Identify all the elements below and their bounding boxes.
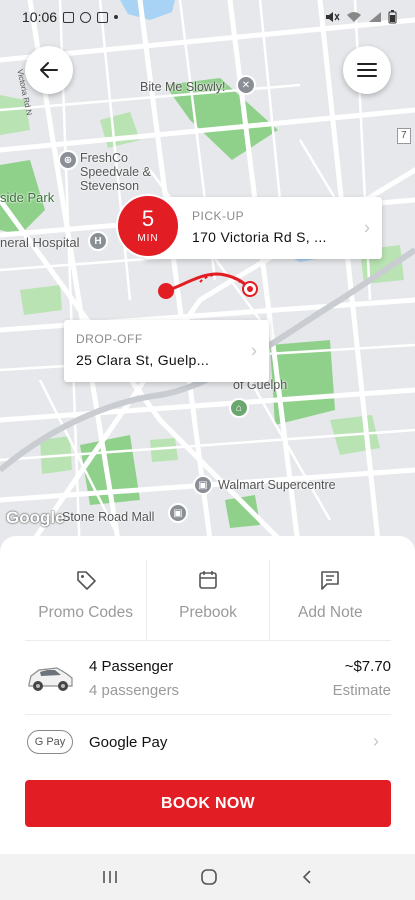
battery-icon — [388, 10, 397, 24]
book-now-button[interactable]: BOOK NOW — [25, 780, 391, 827]
system-navigation-bar — [0, 854, 415, 900]
arrow-left-icon — [40, 62, 58, 78]
pickup-caption: PICK-UP — [192, 209, 245, 223]
mall-poi-icon[interactable]: ▣ — [168, 503, 188, 523]
shopping-poi-icon[interactable]: ▣ — [193, 475, 213, 495]
google-logo: Google — [6, 508, 65, 527]
vehicle-title: 4 Passenger — [89, 658, 174, 675]
add-note-label: Add Note — [298, 604, 363, 621]
add-note-button[interactable]: Add Note — [270, 560, 391, 640]
map-label-bite-me-slowly: Bite Me Slowly! — [140, 80, 226, 94]
status-bar: 10:06 — [0, 0, 415, 34]
promo-codes-button[interactable]: Promo Codes — [25, 560, 148, 640]
chevron-right-icon: › — [364, 217, 370, 238]
more-notifications-icon — [114, 15, 119, 19]
payment-method-name: Google Pay — [89, 734, 168, 751]
eta-badge: 5 MIN — [116, 194, 180, 258]
back-button[interactable] — [25, 46, 73, 94]
status-time: 10:06 — [22, 9, 58, 25]
map-label-park: side Park — [0, 190, 55, 205]
restaurant-poi-icon[interactable]: ✕ — [236, 75, 256, 95]
vehicle-subtitle: 4 passengers — [89, 682, 180, 699]
recent-apps-icon[interactable] — [101, 869, 119, 885]
chevron-right-icon: › — [251, 340, 257, 361]
message-notification-icon — [97, 11, 109, 23]
car-icon — [28, 667, 73, 691]
route-7-shield: 7 — [397, 128, 411, 144]
map-label-freshco: FreshCo Speedvale & Stevenson — [80, 151, 151, 193]
google-pay-badge-text: G Pay — [34, 736, 66, 748]
dropoff-card[interactable]: DROP-OFF 25 Clara St, Guelp... › — [64, 320, 269, 382]
university-poi-icon[interactable]: ⌂ — [229, 398, 249, 418]
hospital-poi-icon[interactable]: H — [88, 231, 108, 251]
fare-price: ~$7.70 — [344, 658, 391, 675]
hamburger-menu-icon — [357, 63, 377, 77]
message-note-icon — [318, 568, 342, 592]
prebook-label: Prebook — [179, 604, 237, 621]
fare-estimate-label: Estimate — [332, 682, 391, 699]
booking-sheet: Promo Codes Prebook Add Note 4 Passenger… — [0, 536, 415, 854]
gallery-notification-icon — [63, 11, 75, 23]
map-label-stone-road-mall: Stone Road Mall — [62, 510, 155, 524]
menu-button[interactable] — [343, 46, 391, 94]
map-label-hospital: neral Hospital — [0, 235, 80, 250]
map-label-walmart: Walmart Supercentre — [218, 478, 336, 492]
eta-unit: MIN — [137, 233, 159, 244]
pickup-address: 170 Victoria Rd S, ... — [192, 229, 327, 245]
mute-icon — [326, 12, 340, 22]
booking-options: Promo Codes Prebook Add Note — [25, 560, 391, 640]
grocery-poi-icon[interactable]: ⊕ — [58, 150, 78, 170]
vehicle-option-row[interactable]: 4 Passenger 4 passengers ~$7.70 Estimate — [25, 646, 391, 714]
divider — [25, 640, 391, 641]
dropoff-address: 25 Clara St, Guelp... — [76, 352, 210, 368]
google-pay-logo: G Pay — [27, 730, 73, 754]
dropoff-caption: DROP-OFF — [76, 332, 143, 346]
wifi-icon — [347, 12, 361, 22]
chevron-right-icon: › — [373, 731, 379, 751]
eta-value: 5 — [141, 206, 155, 231]
prebook-button[interactable]: Prebook — [147, 560, 270, 640]
home-icon[interactable] — [200, 868, 218, 886]
promo-codes-label: Promo Codes — [38, 604, 134, 621]
tag-icon — [74, 568, 98, 592]
cast-notification-icon — [80, 11, 92, 23]
signal-icon — [369, 12, 381, 22]
payment-method-row[interactable]: G Pay Google Pay › — [25, 721, 391, 765]
divider — [25, 714, 391, 715]
map-view[interactable]: 10:06 ✕ Bite Me Slowly! ⊕ FreshCo Speedv… — [0, 0, 415, 560]
back-nav-icon[interactable] — [300, 869, 314, 885]
calendar-icon — [196, 568, 220, 592]
